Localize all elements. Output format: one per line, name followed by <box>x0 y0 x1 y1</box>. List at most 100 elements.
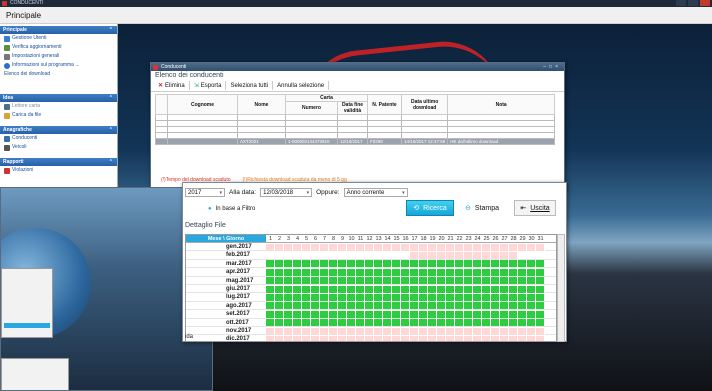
day-cell[interactable] <box>320 310 329 318</box>
day-cell[interactable] <box>500 302 509 310</box>
day-cell[interactable] <box>464 243 473 251</box>
day-cell[interactable] <box>338 335 347 341</box>
sidebar-section-rapporti[interactable]: Rapporti <box>0 158 117 166</box>
day-cell[interactable] <box>284 268 293 276</box>
day-cell[interactable] <box>527 277 536 285</box>
day-cell[interactable] <box>509 252 518 260</box>
day-cell[interactable] <box>428 335 437 341</box>
day-cell[interactable] <box>437 319 446 327</box>
col-cognome[interactable]: Cognome <box>167 94 238 115</box>
day-cell[interactable] <box>311 277 320 285</box>
day-cell[interactable] <box>329 243 338 251</box>
day-cell[interactable] <box>509 294 518 302</box>
radio-icon[interactable]: ● <box>208 206 212 212</box>
day-cell[interactable] <box>275 302 284 310</box>
day-cell[interactable] <box>527 327 536 335</box>
day-cell[interactable] <box>320 277 329 285</box>
day-cell[interactable] <box>266 243 275 251</box>
day-cell[interactable] <box>446 327 455 335</box>
day-cell[interactable] <box>500 260 509 268</box>
day-cell[interactable] <box>329 294 338 302</box>
day-cell[interactable] <box>482 285 491 293</box>
day-cell[interactable] <box>464 285 473 293</box>
day-cell[interactable] <box>293 310 302 318</box>
day-cell[interactable] <box>527 302 536 310</box>
day-cell[interactable] <box>284 294 293 302</box>
day-cell[interactable] <box>356 277 365 285</box>
day-cell[interactable] <box>419 310 428 318</box>
day-cell[interactable] <box>473 302 482 310</box>
day-cell[interactable] <box>293 243 302 251</box>
day-cell[interactable] <box>338 252 347 260</box>
day-cell[interactable] <box>365 268 374 276</box>
day-cell[interactable] <box>347 294 356 302</box>
day-cell[interactable] <box>464 327 473 335</box>
day-cell[interactable] <box>374 319 383 327</box>
day-cell[interactable] <box>383 252 392 260</box>
col-download[interactable]: Data ultimo download <box>400 94 449 115</box>
day-cell[interactable] <box>410 310 419 318</box>
day-cell[interactable] <box>302 277 311 285</box>
day-cell[interactable] <box>338 294 347 302</box>
sidebar-item-informazioni[interactable]: Informazioni sul programma ... <box>0 61 117 70</box>
day-cell[interactable] <box>509 302 518 310</box>
sidebar-item-verifica[interactable]: Verifica aggiornamenti <box>0 43 117 52</box>
day-cell[interactable] <box>401 294 410 302</box>
day-cell[interactable] <box>464 310 473 318</box>
day-cell[interactable] <box>320 252 329 260</box>
day-cell[interactable] <box>446 260 455 268</box>
day-cell[interactable] <box>473 327 482 335</box>
day-cell[interactable] <box>338 310 347 318</box>
grid-scrollbar[interactable] <box>557 234 565 342</box>
minimize-button[interactable] <box>676 0 686 6</box>
day-cell[interactable] <box>347 319 356 327</box>
day-cell[interactable] <box>419 268 428 276</box>
day-cell[interactable] <box>383 268 392 276</box>
day-cell[interactable] <box>365 310 374 318</box>
day-cell[interactable] <box>365 294 374 302</box>
day-cell[interactable] <box>500 243 509 251</box>
day-cell[interactable] <box>536 310 545 318</box>
day-cell[interactable] <box>518 302 527 310</box>
day-cell[interactable] <box>455 285 464 293</box>
day-cell[interactable] <box>284 310 293 318</box>
day-cell[interactable] <box>365 285 374 293</box>
day-cell[interactable] <box>311 302 320 310</box>
day-cell[interactable] <box>536 335 545 341</box>
day-cell[interactable] <box>329 285 338 293</box>
day-cell[interactable] <box>347 268 356 276</box>
day-cell[interactable] <box>284 260 293 268</box>
stampa-button[interactable]: ⊖ Stampa <box>456 200 508 216</box>
day-cell[interactable] <box>491 252 500 260</box>
day-cell[interactable] <box>455 302 464 310</box>
oppure-select[interactable]: Anno corrente ▾ <box>343 188 408 197</box>
day-cell[interactable] <box>491 302 500 310</box>
day-cell[interactable] <box>356 294 365 302</box>
day-cell[interactable] <box>437 327 446 335</box>
day-cell[interactable] <box>464 302 473 310</box>
day-cell[interactable] <box>356 310 365 318</box>
day-cell[interactable] <box>491 243 500 251</box>
day-cell[interactable] <box>527 319 536 327</box>
day-cell[interactable] <box>509 319 518 327</box>
day-cell[interactable] <box>356 260 365 268</box>
day-cell[interactable] <box>419 319 428 327</box>
day-cell[interactable] <box>266 327 275 335</box>
day-cell[interactable] <box>482 277 491 285</box>
col-nome[interactable]: Nome <box>237 94 286 115</box>
sidebar-item-violazioni[interactable]: Violazioni <box>0 166 117 175</box>
day-cell[interactable] <box>311 268 320 276</box>
day-cell[interactable] <box>302 294 311 302</box>
day-cell[interactable] <box>347 285 356 293</box>
day-cell[interactable] <box>356 243 365 251</box>
day-cell[interactable] <box>437 252 446 260</box>
day-cell[interactable] <box>329 260 338 268</box>
day-cell[interactable] <box>293 285 302 293</box>
day-cell[interactable] <box>437 294 446 302</box>
day-cell[interactable] <box>455 335 464 341</box>
day-cell[interactable] <box>383 310 392 318</box>
day-cell[interactable] <box>401 310 410 318</box>
day-cell[interactable] <box>482 310 491 318</box>
day-cell[interactable] <box>509 260 518 268</box>
day-cell[interactable] <box>284 319 293 327</box>
